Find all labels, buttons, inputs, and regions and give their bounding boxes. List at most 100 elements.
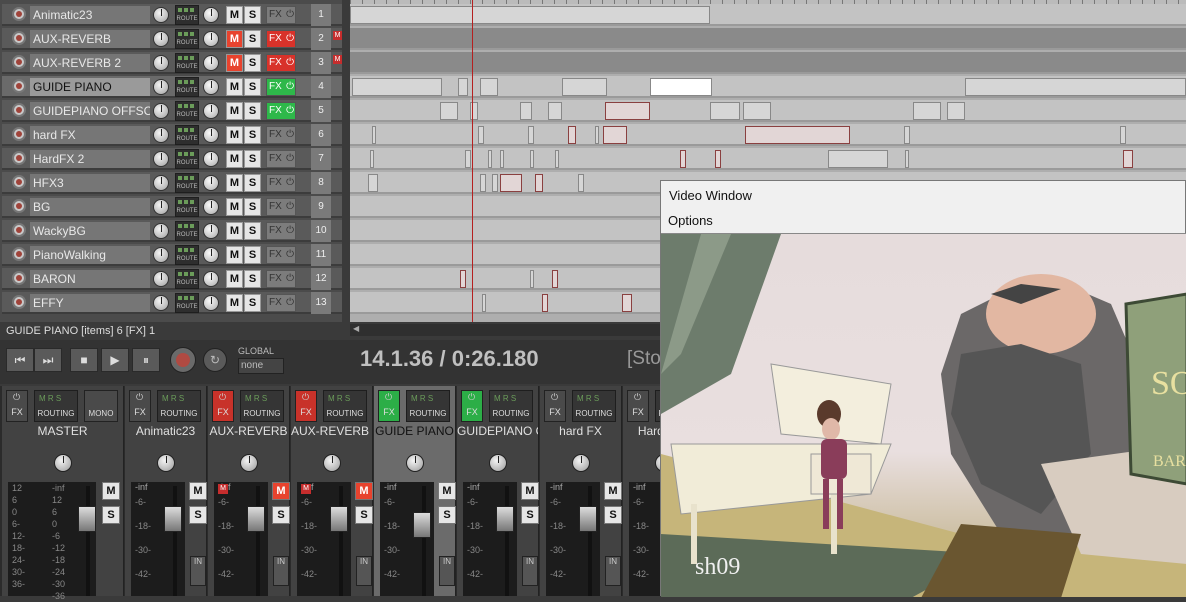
input-monitor-button[interactable]: IN: [522, 556, 538, 586]
media-item[interactable]: [492, 174, 498, 192]
track-row[interactable]: HFX3 ROUTE MS FX 8: [2, 172, 342, 194]
track-name[interactable]: GUIDE PIANO: [30, 78, 150, 96]
volume-knob[interactable]: [203, 79, 219, 95]
track-name[interactable]: BG: [30, 198, 150, 216]
mute-button[interactable]: M: [226, 150, 243, 168]
strip-fx-button[interactable]: FX: [627, 390, 649, 422]
routing-button[interactable]: ROUTE: [175, 197, 199, 217]
strip-solo-button[interactable]: S: [521, 506, 539, 524]
solo-button[interactable]: S: [244, 222, 261, 240]
strip-routing-button[interactable]: ROUTING: [323, 390, 367, 422]
strip-routing-button[interactable]: ROUTING: [34, 390, 78, 422]
volume-knob[interactable]: [203, 31, 219, 47]
pan-knob[interactable]: [153, 199, 169, 215]
strip-mute-button[interactable]: M: [355, 482, 373, 500]
strip-pan-knob[interactable]: [489, 454, 507, 472]
track-name[interactable]: AUX-REVERB: [30, 30, 150, 48]
track-lane[interactable]: [350, 4, 1186, 26]
volume-knob[interactable]: [203, 199, 219, 215]
media-item[interactable]: [458, 78, 468, 96]
track-lane[interactable]: [350, 124, 1186, 146]
track-name[interactable]: EFFY: [30, 294, 150, 312]
routing-button[interactable]: ROUTE: [175, 293, 199, 313]
track-row[interactable]: AUX-REVERBROUTEMSFX2M: [2, 28, 342, 50]
media-item[interactable]: [370, 150, 374, 168]
strip-name[interactable]: GUIDEPIANO OFFSCREEN: [457, 424, 538, 440]
mixer-strip[interactable]: FX ROUTING AUX-REVERB -inf-6- -18- -30- -42…: [208, 386, 290, 596]
media-item[interactable]: [440, 102, 458, 120]
fx-button[interactable]: FX: [266, 102, 296, 120]
strip-routing-button[interactable]: ROUTING: [240, 390, 284, 422]
media-item[interactable]: [530, 150, 534, 168]
media-item[interactable]: [578, 174, 584, 192]
track-row[interactable]: Animatic23 ROUTE MS FX 1: [2, 4, 342, 26]
solo-button[interactable]: S: [244, 30, 261, 48]
mute-button[interactable]: M: [226, 246, 243, 264]
volume-knob[interactable]: [203, 247, 219, 263]
go-to-end-button[interactable]: ⏭: [34, 348, 62, 372]
media-item[interactable]: [548, 102, 562, 120]
strip-mute-button[interactable]: M: [102, 482, 120, 500]
track-row[interactable]: GUIDE PIANO ROUTE MS FX 4: [2, 76, 342, 98]
video-window[interactable]: Video Window Options SO BAR: [660, 180, 1186, 597]
record-arm-icon[interactable]: [12, 79, 26, 93]
volume-fader[interactable]: [164, 506, 182, 532]
mute-button[interactable]: M: [226, 294, 243, 312]
pan-knob[interactable]: [153, 31, 169, 47]
volume-knob[interactable]: [203, 55, 219, 71]
pan-knob[interactable]: [153, 79, 169, 95]
media-item[interactable]: [622, 294, 632, 312]
strip-name[interactable]: AUX-REVERB: [208, 424, 289, 440]
record-arm-icon[interactable]: [12, 199, 26, 213]
strip-fx-button[interactable]: FX: [6, 390, 28, 422]
track-name[interactable]: HFX3: [30, 174, 150, 192]
track-row[interactable]: GUIDEPIANO OFFSCREEN ROUTE MS FX 5: [2, 100, 342, 122]
volume-fader[interactable]: [330, 506, 348, 532]
mixer-strip[interactable]: FX ROUTING AUX-REVERB 2 -inf-6- -18- -30- -…: [291, 386, 373, 596]
track-row[interactable]: AUX-REVERB 2ROUTEMSFX3M: [2, 52, 342, 74]
mute-button[interactable]: M: [226, 198, 243, 216]
volume-fader[interactable]: [247, 506, 265, 532]
mute-button[interactable]: M: [226, 102, 243, 120]
media-item[interactable]: [595, 126, 599, 144]
solo-button[interactable]: S: [244, 78, 261, 96]
track-lane[interactable]: [350, 148, 1186, 170]
track-row[interactable]: HardFX 2 ROUTE MS FX 7: [2, 148, 342, 170]
media-item[interactable]: [520, 102, 532, 120]
strip-name[interactable]: MASTER: [2, 424, 123, 440]
routing-button[interactable]: ROUTE: [175, 269, 199, 289]
mixer-strip[interactable]: FX ROUTING GUIDEPIANO OFFSCREEN -inf -6- -18…: [457, 386, 539, 596]
fx-button[interactable]: FX: [266, 30, 296, 48]
strip-pan-knob[interactable]: [406, 454, 424, 472]
pause-button[interactable]: ⏸: [132, 348, 160, 372]
strip-routing-button[interactable]: ROUTING: [489, 390, 533, 422]
play-button[interactable]: ▶: [101, 348, 129, 372]
record-arm-icon[interactable]: [12, 295, 26, 309]
strip-pan-knob[interactable]: [323, 454, 341, 472]
volume-fader[interactable]: [78, 506, 96, 532]
fx-button[interactable]: FX: [266, 270, 296, 288]
volume-fader[interactable]: [496, 506, 514, 532]
track-name[interactable]: Animatic23: [30, 6, 150, 24]
mono-button[interactable]: MONO: [84, 390, 118, 422]
input-monitor-button[interactable]: IN: [356, 556, 372, 586]
mute-button[interactable]: M: [226, 126, 243, 144]
media-item[interactable]: [480, 78, 498, 96]
media-item[interactable]: [947, 102, 965, 120]
strip-fx-button[interactable]: FX: [461, 390, 483, 422]
strip-solo-button[interactable]: S: [604, 506, 622, 524]
strip-name[interactable]: Animatic23: [125, 424, 206, 440]
pan-knob[interactable]: [153, 103, 169, 119]
routing-button[interactable]: ROUTE: [175, 149, 199, 169]
strip-fx-button[interactable]: FX: [129, 390, 151, 422]
pan-knob[interactable]: [153, 127, 169, 143]
media-item[interactable]: [350, 6, 710, 24]
routing-button[interactable]: ROUTE: [175, 101, 199, 121]
record-arm-icon[interactable]: [12, 271, 26, 285]
pan-knob[interactable]: [153, 271, 169, 287]
fx-button[interactable]: FX: [266, 126, 296, 144]
solo-button[interactable]: S: [244, 294, 261, 312]
solo-button[interactable]: S: [244, 150, 261, 168]
routing-button[interactable]: ROUTE: [175, 245, 199, 265]
fx-button[interactable]: FX: [266, 246, 296, 264]
